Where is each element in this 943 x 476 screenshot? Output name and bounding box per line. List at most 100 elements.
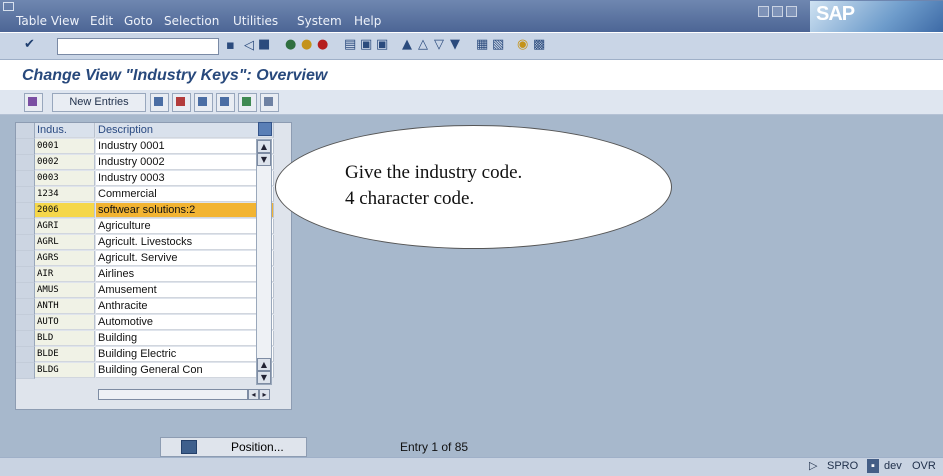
industry-code-cell[interactable]: 0001	[35, 139, 95, 154]
layout-icon[interactable]: ▩	[533, 38, 545, 51]
exit-icon[interactable]: ●	[301, 38, 312, 51]
maximize-icon[interactable]	[772, 6, 783, 17]
cancel-icon[interactable]: ●	[317, 38, 328, 51]
menu-help[interactable]: Help	[354, 14, 381, 28]
description-cell[interactable]: Agriculture	[96, 219, 274, 234]
row-selector[interactable]	[16, 315, 35, 331]
description-cell[interactable]: Industry 0003	[96, 171, 274, 186]
previous-page-icon[interactable]: △	[418, 38, 428, 51]
scroll-right-icon[interactable]: ▸	[259, 389, 270, 400]
industry-code-cell[interactable]: AMUS	[35, 283, 95, 298]
row-selector[interactable]	[16, 219, 35, 235]
scroll-left-icon[interactable]: ◂	[248, 389, 259, 400]
industry-code-cell[interactable]: 0002	[35, 155, 95, 170]
menu-utilities[interactable]: Utilities	[233, 14, 278, 28]
table-row[interactable]: BLDG Building General Con	[16, 363, 274, 379]
back-icon[interactable]: ●	[285, 38, 296, 51]
new-entries-button[interactable]: New Entries	[52, 93, 146, 112]
industry-code-cell[interactable]: BLD	[35, 331, 95, 346]
find-icon[interactable]: ▣	[360, 38, 372, 51]
table-row[interactable]: AGRI Agriculture	[16, 219, 274, 235]
table-row[interactable]: 1234 Commercial	[16, 187, 274, 203]
display-change-icon[interactable]	[24, 93, 43, 112]
column-header-code[interactable]: Indus.	[35, 123, 95, 138]
back-arrow-icon[interactable]: ◁	[244, 39, 254, 52]
table-row[interactable]: 0001 Industry 0001	[16, 139, 274, 155]
row-selector[interactable]	[16, 187, 35, 203]
industry-code-cell[interactable]: 0003	[35, 171, 95, 186]
new-session-icon[interactable]: ▦	[476, 38, 488, 51]
industry-code-cell[interactable]: BLDG	[35, 363, 95, 378]
row-selector[interactable]	[16, 331, 35, 347]
industry-code-cell[interactable]: AGRI	[35, 219, 95, 234]
find-next-icon[interactable]: ▣	[376, 38, 388, 51]
horizontal-scrollbar[interactable]: ◂ ▸	[98, 389, 270, 400]
delete-icon[interactable]	[172, 93, 191, 112]
shortcut-icon[interactable]: ▧	[492, 38, 504, 51]
row-selector[interactable]	[16, 299, 35, 315]
industry-code-cell[interactable]: 2006	[35, 203, 95, 218]
row-selector[interactable]	[16, 283, 35, 299]
system-info-icon[interactable]: ▪	[867, 459, 879, 473]
select-all-cell[interactable]	[16, 123, 35, 139]
table-row[interactable]: AUTO Automotive	[16, 315, 274, 331]
save-icon[interactable]: ■	[258, 38, 270, 51]
row-selector[interactable]	[16, 203, 35, 219]
table-row[interactable]: AIR Airlines	[16, 267, 274, 283]
description-cell[interactable]: Building	[96, 331, 274, 346]
row-selector[interactable]	[16, 251, 35, 267]
page-down-icon[interactable]: ▼	[257, 153, 271, 166]
vertical-scrollbar[interactable]: ▲ ▼ ▲ ▼	[256, 139, 272, 385]
window-menu-icon[interactable]	[3, 2, 14, 11]
description-cell[interactable]: Agricult. Servive	[96, 251, 274, 266]
table-row[interactable]: 0002 Industry 0002	[16, 155, 274, 171]
enter-check-icon[interactable]: ✔	[24, 38, 35, 51]
last-page-icon[interactable]: ▼	[450, 38, 460, 51]
table-row[interactable]: BLD Building	[16, 331, 274, 347]
menu-goto[interactable]: Goto	[124, 14, 153, 28]
help-icon[interactable]: ◉	[517, 38, 528, 51]
command-dropdown-icon[interactable]: ▪	[226, 39, 235, 52]
row-selector[interactable]	[16, 139, 35, 155]
description-cell[interactable]: Anthracite	[96, 299, 274, 314]
table-row[interactable]: ANTH Anthracite	[16, 299, 274, 315]
row-selector[interactable]	[16, 363, 35, 379]
menu-table-view[interactable]: Table View	[16, 14, 79, 28]
minimize-icon[interactable]	[758, 6, 769, 17]
industry-code-cell[interactable]: AGRL	[35, 235, 95, 250]
select-block-icon[interactable]	[238, 93, 257, 112]
select-all-icon[interactable]	[216, 93, 235, 112]
description-cell[interactable]: Amusement	[96, 283, 274, 298]
menu-system[interactable]: System	[297, 14, 342, 28]
table-row[interactable]: BLDE Building Electric	[16, 347, 274, 363]
table-row[interactable]: AMUS Amusement	[16, 283, 274, 299]
row-selector[interactable]	[16, 155, 35, 171]
industry-code-cell[interactable]: 1234	[35, 187, 95, 202]
page-up-icon[interactable]: ▲	[257, 358, 271, 371]
close-icon[interactable]	[786, 6, 797, 17]
menu-selection[interactable]: Selection	[164, 14, 219, 28]
copy-as-icon[interactable]	[150, 93, 169, 112]
position-button[interactable]: Position...	[160, 437, 307, 457]
description-cell[interactable]: Automotive	[96, 315, 274, 330]
row-selector[interactable]	[16, 171, 35, 187]
description-cell[interactable]: Industry 0001	[96, 139, 274, 154]
first-page-icon[interactable]: ▲	[402, 38, 412, 51]
description-cell[interactable]: Commercial	[96, 187, 274, 202]
description-cell[interactable]: Building Electric	[96, 347, 274, 362]
description-cell[interactable]: Building General Con	[96, 363, 274, 378]
next-page-icon[interactable]: ▽	[434, 38, 444, 51]
industry-code-cell[interactable]: AGRS	[35, 251, 95, 266]
column-header-description[interactable]: Description	[96, 123, 274, 138]
scroll-up-icon[interactable]: ▲	[257, 140, 271, 153]
description-cell[interactable]: softwear solutions:2	[96, 203, 274, 218]
row-selector[interactable]	[16, 347, 35, 363]
table-row-selected[interactable]: 2006 softwear solutions:2	[16, 203, 274, 219]
table-row[interactable]: AGRS Agricult. Servive	[16, 251, 274, 267]
description-cell[interactable]: Airlines	[96, 267, 274, 282]
command-field[interactable]	[57, 38, 219, 55]
description-cell[interactable]: Industry 0002	[96, 155, 274, 170]
print-icon[interactable]: ▤	[344, 38, 356, 51]
table-settings-icon[interactable]	[258, 122, 272, 136]
industry-code-cell[interactable]: ANTH	[35, 299, 95, 314]
